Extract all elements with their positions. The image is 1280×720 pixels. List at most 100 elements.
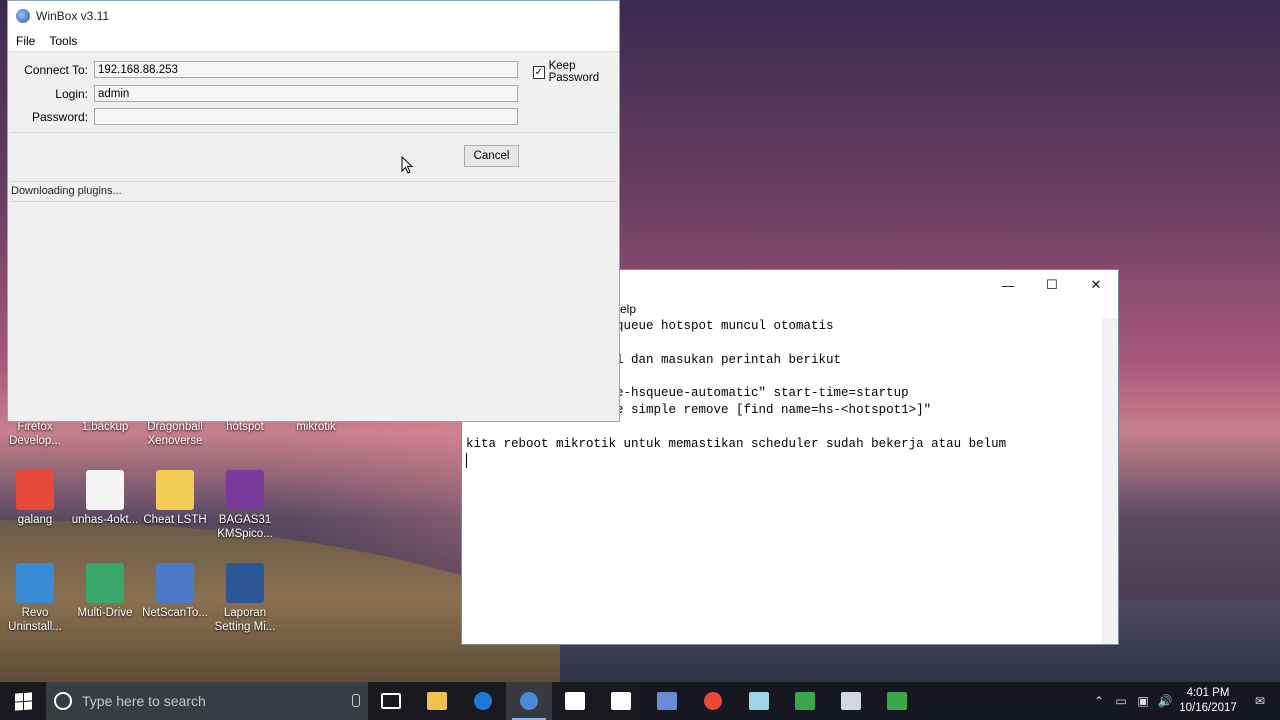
taskbar-app-chrome[interactable] — [690, 682, 736, 720]
desktop-icon[interactable]: hotspot — [210, 420, 280, 434]
clock-time: 4:01 PM — [1186, 687, 1230, 699]
desktop-icon[interactable]: Revo Uninstall... — [0, 563, 70, 634]
desktop-icon[interactable]: Firefox Develop... — [0, 420, 70, 448]
notepad-scrollbar[interactable] — [1102, 318, 1118, 644]
desktop-icon-image — [86, 470, 124, 510]
status-text: Downloading plugins... — [11, 185, 122, 197]
text-caret — [466, 452, 467, 468]
taskbar-app-edge[interactable] — [460, 682, 506, 720]
winbox-menubar: File Tools — [8, 31, 619, 52]
taskbar-app-task-view[interactable] — [368, 682, 414, 720]
file-explorer-icon — [427, 692, 447, 710]
desktop-icon-label: Revo Uninstall... — [8, 607, 62, 633]
chevron-up-icon[interactable]: ⌃ — [1088, 694, 1110, 708]
taskbar: Type here to search ⌃ ▭ ▣ 🔊 4:01 PM 10/1… — [0, 682, 1280, 720]
taskbar-app-camtasia-recorder[interactable] — [874, 682, 920, 720]
taskbar-apps — [368, 682, 920, 720]
menu-file[interactable]: File — [12, 34, 39, 48]
search-placeholder: Type here to search — [82, 693, 206, 709]
login-input[interactable] — [94, 85, 518, 102]
desktop-icon[interactable]: galang — [0, 470, 70, 527]
network-icon[interactable]: ▣ — [1132, 694, 1154, 708]
notepad-icon — [749, 692, 769, 710]
search-box[interactable]: Type here to search — [46, 682, 368, 720]
login-label: Login: — [55, 86, 88, 101]
desktop-icon-label: Laporan Setting Mi... — [214, 607, 276, 633]
desktop-icon-label: unhas-4okt... — [71, 514, 139, 526]
store-icon — [565, 692, 585, 710]
desktop-icon-label: NetScanTo... — [142, 607, 208, 619]
desktop-icon[interactable]: unhas-4okt... — [70, 470, 140, 527]
desktop-icon-image — [16, 563, 54, 603]
winbox-icon — [520, 692, 538, 710]
divider — [10, 132, 617, 133]
cortana-icon — [54, 692, 72, 710]
battery-icon[interactable]: ▭ — [1110, 694, 1132, 708]
taskbar-app-file-explorer[interactable] — [414, 682, 460, 720]
mouse-cursor-icon — [401, 156, 414, 174]
window-title: WinBox v3.11 — [36, 9, 110, 23]
connect-row: Connect To: — [8, 61, 518, 78]
keep-password-checkbox[interactable]: ✓ Keep Password — [533, 60, 619, 84]
minimize-icon[interactable]: — — [986, 270, 1030, 300]
taskbar-app-vmware[interactable] — [828, 682, 874, 720]
cancel-button[interactable]: Cancel — [464, 145, 519, 167]
edge-icon — [474, 692, 492, 710]
system-tray: ⌃ ▭ ▣ 🔊 4:01 PM 10/16/2017 ✉ — [1088, 682, 1280, 720]
menu-tools[interactable]: Tools — [45, 34, 81, 48]
taskbar-app-network-tool[interactable] — [644, 682, 690, 720]
notification-icon[interactable]: ✉ — [1240, 694, 1280, 708]
winbox-window[interactable]: WinBox v3.11 File Tools Connect To: Logi… — [7, 0, 620, 422]
desktop-icon[interactable]: 1.backup — [70, 420, 140, 434]
taskbar-app-store[interactable] — [552, 682, 598, 720]
text-line: kita reboot mikrotik untuk memastikan sc… — [466, 436, 1007, 451]
desktop-icon-label: galang — [17, 514, 53, 526]
desktop-icon-label: Dragonball Xenoverse — [147, 421, 203, 447]
winbox-titlebar[interactable]: WinBox v3.11 — [8, 1, 619, 31]
taskbar-app-mail[interactable] — [598, 682, 644, 720]
password-row: Password: — [8, 108, 518, 125]
desktop-icon[interactable]: NetScanTo... — [140, 563, 210, 620]
chrome-icon — [704, 692, 722, 710]
desktop-icon-label: 1.backup — [81, 421, 129, 433]
desktop-icon-label: mikrotik — [296, 421, 336, 433]
password-input[interactable] — [94, 108, 518, 125]
password-label: Password: — [31, 109, 88, 124]
connect-to-input[interactable] — [94, 61, 518, 78]
network-tool-icon — [657, 692, 677, 710]
menu-help[interactable]: elp — [620, 302, 636, 316]
taskbar-app-notepad[interactable] — [736, 682, 782, 720]
maximize-icon[interactable]: ☐ — [1030, 270, 1074, 300]
camtasia-recorder-icon — [887, 692, 907, 710]
desktop-icon-label: Firefox Develop... — [9, 421, 61, 447]
checkbox-checked-icon[interactable]: ✓ — [533, 65, 545, 79]
desktop-icon-label: BAGAS31 KMSpico... — [217, 514, 273, 540]
taskbar-app-camtasia[interactable] — [782, 682, 828, 720]
connect-label: Connect To: — [24, 62, 88, 77]
desktop-icon-image — [226, 563, 264, 603]
divider — [10, 201, 617, 202]
keep-password-label: Keep Password — [548, 60, 600, 84]
start-button[interactable] — [0, 682, 46, 720]
text-line — [466, 452, 1098, 469]
desktop-icon[interactable]: Cheat LSTH — [140, 470, 210, 527]
camtasia-icon — [795, 692, 815, 710]
desktop-icon[interactable]: Dragonball Xenoverse — [140, 420, 210, 448]
desktop-icon[interactable]: mikrotik — [281, 420, 351, 434]
desktop-icon-image — [86, 563, 124, 603]
desktop-icon[interactable]: Laporan Setting Mi... — [210, 563, 280, 634]
desktop-icon-label: Multi-Drive — [77, 607, 133, 619]
taskbar-app-winbox[interactable] — [506, 682, 552, 720]
desktop-icon[interactable]: BAGAS31 KMSpico... — [210, 470, 280, 541]
desktop-icon-image — [16, 470, 54, 510]
desktop-icon-image — [226, 470, 264, 510]
desktop-icon[interactable]: Multi-Drive — [70, 563, 140, 620]
desktop-icon-label: hotspot — [226, 421, 264, 433]
microphone-icon[interactable] — [352, 694, 360, 707]
close-icon[interactable]: ✕ — [1074, 270, 1118, 300]
divider — [10, 181, 617, 182]
vmware-icon — [841, 692, 861, 710]
clock[interactable]: 4:01 PM 10/16/2017 — [1176, 686, 1240, 716]
desktop-icon-label: Cheat LSTH — [143, 514, 207, 526]
volume-icon[interactable]: 🔊 — [1154, 694, 1176, 708]
